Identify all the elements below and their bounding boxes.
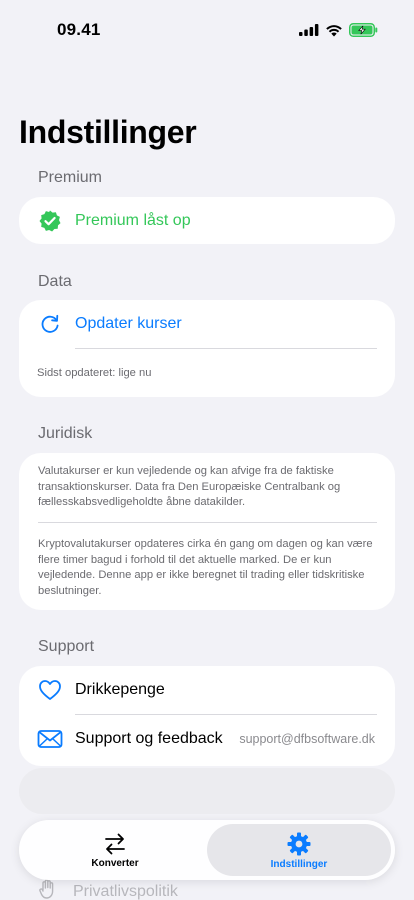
checkmark-seal-icon [37, 208, 63, 234]
privacy-policy-label: Privatlivspolitik [73, 882, 178, 900]
page-title: Indstillinger [19, 114, 197, 150]
tab-label-indstillinger: Indstillinger [270, 858, 328, 870]
support-email: support@dfbsoftware.dk [239, 732, 375, 746]
section-header-support: Support [38, 638, 95, 655]
data-card: Opdater kurser Sidst opdateret: lige nu [19, 300, 395, 397]
premium-card: Premium låst op [19, 197, 395, 244]
gear-icon [287, 832, 311, 855]
cellular-signal-icon [299, 24, 319, 36]
legal-card: Valutakurser er kun vejledende og kan af… [19, 453, 395, 610]
premium-unlocked-label: Premium låst op [75, 211, 191, 229]
legal-paragraph-rates: Valutakurser er kun vejledende og kan af… [38, 465, 341, 508]
tab-indstillinger[interactable]: Indstillinger [207, 824, 391, 876]
floating-search-bar [19, 768, 395, 814]
envelope-icon [37, 726, 63, 752]
tip-label: Drikkepenge [75, 681, 165, 698]
heart-icon [37, 677, 63, 703]
premium-row[interactable]: Premium låst op [19, 197, 395, 244]
support-feedback-row[interactable]: Support og feedback support@dfbsoftware.… [19, 715, 395, 763]
status-time: 09.41 [57, 20, 101, 39]
section-header-legal: Juridisk [38, 425, 93, 442]
tab-label-konverter: Konverter [91, 857, 139, 869]
update-rates-row[interactable]: Opdater kurser [19, 300, 395, 348]
support-card: Drikkepenge Support og feedback support@… [19, 666, 395, 766]
section-header-premium: Premium [38, 169, 103, 186]
divider [38, 522, 377, 523]
tab-bar: Konverter Indstillinger [19, 820, 395, 880]
legal-paragraph-crypto: Kryptovalutakurser opdateres cirka én ga… [38, 538, 373, 597]
refresh-icon [37, 311, 63, 337]
status-bar: 09.41 [0, 0, 414, 60]
tab-konverter[interactable]: Konverter [23, 824, 207, 876]
tip-row[interactable]: Drikkepenge [19, 666, 395, 714]
status-icons [299, 23, 378, 37]
update-rates-label: Opdater kurser [75, 315, 182, 332]
support-feedback-label: Support og feedback [75, 730, 223, 747]
privacy-policy-row[interactable]: Privatlivspolitik [37, 878, 178, 900]
wifi-icon [326, 24, 342, 36]
battery-charging-icon [349, 23, 378, 37]
arrows-swap-icon [105, 833, 125, 854]
last-updated-text: Sidst opdateret: lige nu [37, 367, 152, 379]
divider [75, 348, 377, 349]
hand-raised-icon [37, 878, 59, 900]
section-header-data: Data [38, 273, 72, 290]
